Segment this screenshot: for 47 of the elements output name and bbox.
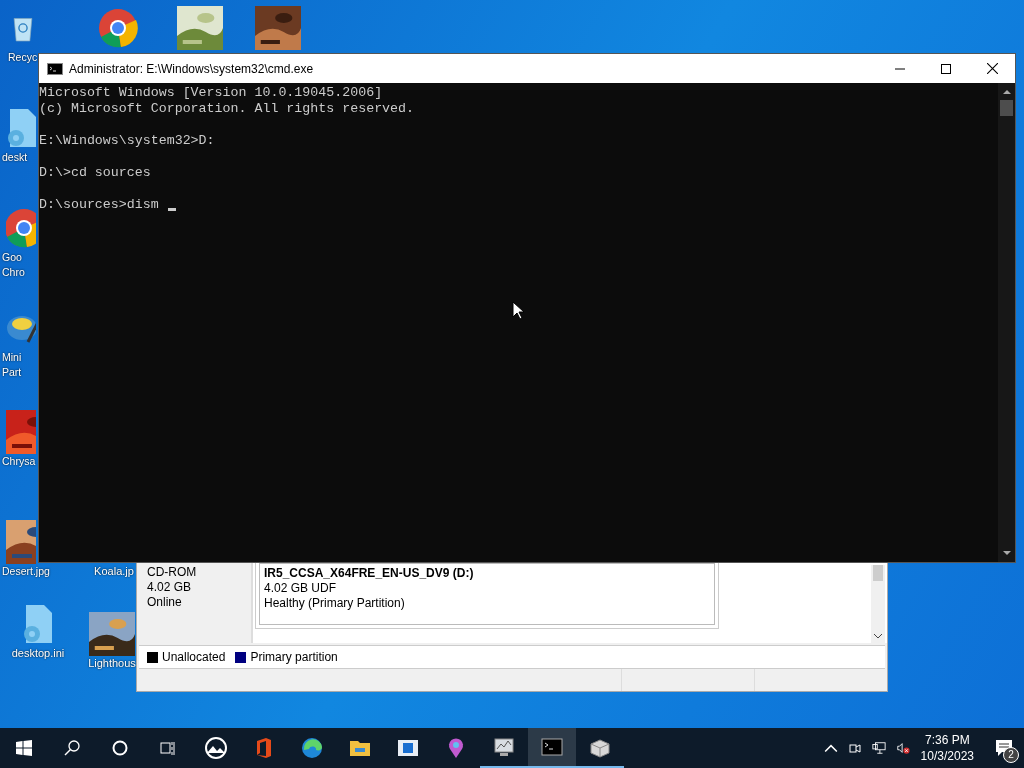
notification-count: 2 — [1003, 747, 1019, 763]
maximize-icon — [941, 63, 951, 74]
console-line: D:\>cd sources — [39, 165, 151, 181]
monitor-chart-icon — [492, 735, 516, 759]
partition-name: IR5_CCSA_X64FRE_EN-US_DV9 (D:) — [264, 566, 475, 581]
taskbar-app-button[interactable] — [528, 728, 576, 768]
desktop-icon-label[interactable]: Mini Part — [2, 350, 22, 380]
scrollbar-thumb[interactable] — [1000, 100, 1013, 116]
console-icon — [540, 735, 564, 759]
desktop-icon-label[interactable]: Chrysa — [2, 454, 36, 469]
desktop-icon-label[interactable]: Lighthous — [88, 656, 136, 671]
search-icon[interactable] — [64, 740, 80, 756]
notification-center-button[interactable]: 2 — [984, 728, 1024, 768]
gear-file-icon[interactable] — [6, 106, 36, 150]
console-icon — [47, 62, 63, 75]
desktop-icon-label[interactable]: desktop.ini — [11, 646, 65, 661]
legend-label: Primary partition — [250, 650, 338, 664]
legend-label: Unallocated — [162, 650, 226, 664]
console-line: (c) Microsoft Corporation. All rights reserved. — [39, 101, 415, 117]
edge-icon — [300, 736, 324, 760]
scroll-down-icon[interactable] — [873, 633, 883, 639]
volume-muted-icon[interactable] — [895, 741, 910, 755]
scrollbar[interactable] — [871, 565, 885, 643]
scroll-down-icon[interactable] — [1002, 551, 1011, 556]
desktop-icon-label[interactable]: Koala.jp — [94, 564, 134, 579]
mouse-pointer-icon — [512, 301, 524, 320]
scrollbar[interactable] — [998, 83, 1015, 562]
camera-icon[interactable] — [847, 741, 862, 755]
clock[interactable]: 7:36 PM 10/3/2023 — [920, 732, 974, 764]
desktop-icon-label[interactable]: Goo Chro — [2, 250, 25, 280]
windows-start-icon[interactable] — [16, 740, 32, 756]
console-line: D:\sources>dism — [39, 197, 160, 213]
task-view-icon[interactable] — [160, 740, 176, 756]
scroll-up-icon[interactable] — [1002, 89, 1011, 94]
text-cursor — [167, 208, 176, 211]
console-line: Microsoft Windows [Version 10.0.19045.2006] — [39, 85, 383, 101]
partition-detail: Healthy (Primary Partition) — [264, 596, 406, 611]
console-line: E:\Windows\system32>D: — [39, 133, 215, 149]
partition-detail: 4.02 GB UDF — [264, 581, 338, 596]
desktop-icon-label[interactable]: Desert.jpg — [2, 564, 50, 579]
desktop-icon-label[interactable]: deskt — [2, 150, 28, 165]
desktop-icon-label[interactable]: Recyc — [8, 50, 38, 65]
close-icon — [986, 63, 998, 74]
window-title: Administrator: E:\Windows\system32\cmd.exe — [69, 61, 314, 76]
mountain-icon — [204, 736, 228, 760]
network-icon[interactable] — [871, 741, 886, 755]
scrollbar-thumb[interactable] — [873, 565, 883, 581]
